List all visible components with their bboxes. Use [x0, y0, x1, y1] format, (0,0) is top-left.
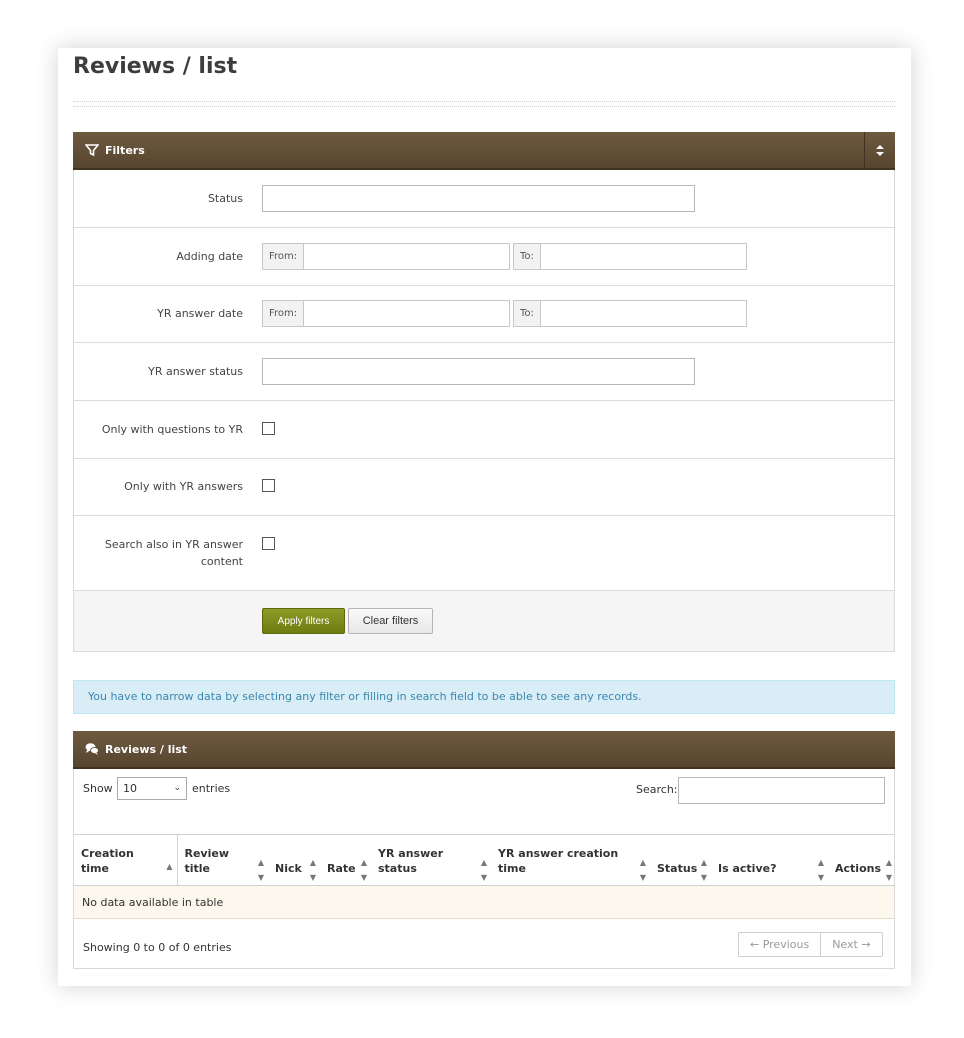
apply-filters-button[interactable]: Apply filters: [262, 608, 345, 634]
filter-actions: Apply filters Clear filters: [74, 591, 894, 651]
column-header-creation-time[interactable]: Creation time ▲: [74, 834, 178, 886]
search-yr-content-checkbox[interactable]: [262, 537, 275, 550]
table-info: Showing 0 to 0 of 0 entries: [83, 941, 232, 954]
to-addon: To:: [514, 301, 541, 326]
page-length-select[interactable]: 10 ⌄: [117, 777, 187, 800]
table-header-row: Creation time ▲ Review title ▲ ▼ Nick ▲ ▼: [74, 834, 894, 886]
sort-icon: ▲ ▼: [885, 858, 892, 882]
list-panel-header: Reviews / list: [73, 731, 895, 769]
to-addon: To:: [514, 244, 541, 269]
column-header-text: Review: [184, 847, 230, 860]
filter-icon: [85, 144, 99, 157]
title-divider: [73, 101, 895, 107]
filter-label: YR answer status: [148, 365, 243, 378]
adding-date-from-field[interactable]: From:: [262, 243, 510, 270]
sort-icon: ▲ ▼: [257, 858, 264, 882]
from-addon: From:: [263, 301, 305, 326]
previous-page-button[interactable]: ← Previous: [739, 933, 822, 956]
table-row: No data available in table: [74, 885, 894, 919]
column-header-text: Rate: [327, 862, 356, 875]
filters-panel-body: Status Adding date From: To: YR answer d…: [73, 170, 895, 652]
empty-table-message: No data available in table: [74, 885, 894, 919]
filter-label: YR answer date: [157, 307, 243, 320]
status-select[interactable]: [262, 185, 695, 212]
list-panel-body: Show 10 ⌄ entries Search: Creation time …: [73, 769, 895, 969]
column-header-text: Status: [657, 862, 698, 875]
filter-row-questions-to-yr: Only with questions to YR: [74, 401, 894, 459]
filter-label-line: content: [200, 555, 243, 568]
questions-to-yr-checkbox[interactable]: [262, 422, 275, 435]
filter-row-status: Status: [74, 170, 894, 228]
page-length-value: 10: [123, 782, 137, 795]
filter-row-adding-date: Adding date From: To:: [74, 228, 894, 286]
yr-answer-date-from-field[interactable]: From:: [262, 300, 510, 327]
reviews-table: Creation time ▲ Review title ▲ ▼ Nick ▲ ▼: [74, 834, 894, 919]
column-header-text: Is active?: [718, 862, 777, 875]
column-header-text: status: [378, 862, 417, 875]
filter-row-yr-answer-status: YR answer status: [74, 343, 894, 401]
column-header-actions[interactable]: Actions ▲ ▼: [828, 834, 894, 886]
chevron-down-icon: ⌄: [173, 783, 181, 793]
filter-label: Only with questions to YR: [101, 423, 243, 436]
column-header-text: time: [81, 862, 109, 875]
adding-date-to-field[interactable]: To:: [513, 243, 747, 270]
filter-row-yr-answer-date: YR answer date From: To:: [74, 286, 894, 343]
column-header-nick[interactable]: Nick ▲ ▼: [268, 834, 320, 886]
column-header-text: Creation: [81, 847, 134, 860]
column-header-yr-answer-status[interactable]: YR answer status ▲ ▼: [371, 834, 491, 886]
column-header-text: title: [184, 862, 211, 875]
comments-icon: [85, 743, 99, 755]
yr-answers-checkbox[interactable]: [262, 479, 275, 492]
collapse-toggle-icon[interactable]: [864, 132, 895, 168]
filter-label: Search also in YR answer content: [105, 536, 243, 570]
next-page-button[interactable]: Next →: [821, 933, 881, 956]
search-label: Search:: [636, 783, 678, 796]
column-header-text: YR answer creation: [498, 847, 619, 860]
yr-answer-date-to-field[interactable]: To:: [513, 300, 747, 327]
sort-icon: ▲ ▼: [700, 858, 707, 882]
filter-label: Status: [207, 192, 243, 205]
column-header-text: Nick: [275, 862, 302, 875]
sort-icon: ▲ ▼: [360, 858, 367, 882]
filter-row-yr-answers: Only with YR answers: [74, 459, 894, 516]
sort-asc-icon: ▲: [166, 862, 173, 871]
filter-label: Only with YR answers: [124, 480, 243, 493]
filter-row-search-yr-content: Search also in YR answer content: [74, 516, 894, 591]
column-header-yr-answer-creation-time[interactable]: YR answer creation time ▲ ▼: [491, 834, 650, 886]
clear-filters-button[interactable]: Clear filters: [348, 608, 433, 634]
filter-label-line: Search also in YR answer: [104, 538, 243, 551]
column-header-text: time: [498, 862, 526, 875]
from-addon: From:: [263, 244, 305, 269]
sort-icon: ▲ ▼: [817, 858, 824, 882]
filters-panel-title: Filters: [105, 144, 145, 157]
sort-icon: ▲ ▼: [480, 858, 487, 882]
column-header-status[interactable]: Status ▲ ▼: [650, 834, 711, 886]
sort-icon: ▲ ▼: [639, 858, 646, 882]
column-header-review-title[interactable]: Review title ▲ ▼: [177, 834, 268, 886]
column-header-rate[interactable]: Rate ▲ ▼: [320, 834, 371, 886]
info-alert: You have to narrow data by selecting any…: [73, 680, 895, 714]
sort-icon: ▲ ▼: [309, 858, 316, 882]
page-title: Reviews / list: [73, 54, 238, 79]
list-panel-title: Reviews / list: [105, 743, 188, 756]
filter-label: Adding date: [176, 250, 243, 263]
main-card: Reviews / list Filters Status Adding dat…: [58, 48, 911, 986]
column-header-is-active[interactable]: Is active? ▲ ▼: [711, 834, 828, 886]
yr-answer-status-select[interactable]: [262, 358, 695, 385]
column-header-text: YR answer: [378, 847, 444, 860]
show-label: Show: [83, 782, 113, 795]
column-header-text: Actions: [835, 862, 881, 875]
pagination: ← Previous Next →: [738, 932, 883, 957]
filters-panel-header[interactable]: Filters: [73, 132, 895, 170]
search-input[interactable]: [678, 777, 885, 804]
entries-label: entries: [192, 782, 231, 795]
